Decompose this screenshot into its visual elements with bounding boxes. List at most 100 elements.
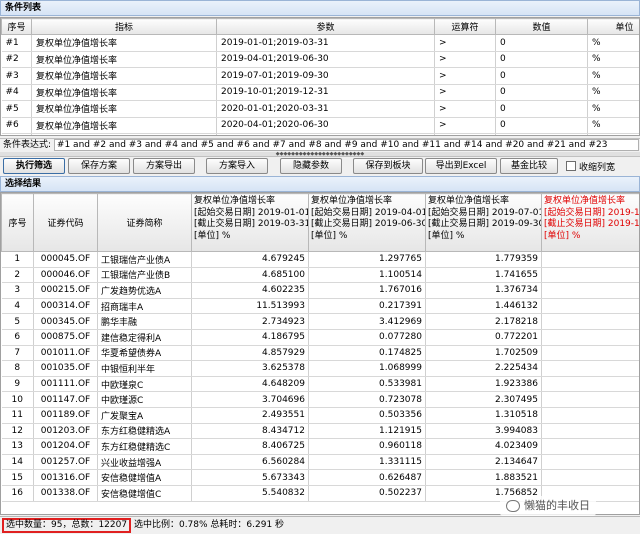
result-row[interactable]: 13 001204.OF 东方红稳健精选C 8.406725 0.960118 4.023… [1, 438, 639, 455]
condition-header-cell[interactable]: 指标 [31, 18, 217, 35]
result-row[interactable]: 8 001035.OF 中银恒利半年 3.625378 1.068999 2.225434… [1, 360, 639, 377]
import-plan-button[interactable]: 方案导入 [206, 158, 268, 174]
result-row[interactable]: 3 000215.OF 广发趋势优选A 4.602235 1.767016 1.37673… [1, 282, 639, 299]
result-cell: 鹏华丰融 [97, 313, 192, 330]
result-row[interactable]: 9001111.OF中欧瑾泉C4.6482090.5339811.9233862… [1, 376, 639, 393]
run-filter-button[interactable]: 执行筛选 [3, 158, 65, 174]
result-cell: 1.331115 [308, 454, 426, 471]
result-cell: 1.100514 [308, 267, 426, 284]
fund-compare-button[interactable]: 基金比较 [500, 158, 558, 174]
result-row[interactable]: 14 001257.OF 兴业收益增强A 6.560284 1.331115 2.1346… [1, 454, 639, 471]
condition-cell: > [434, 117, 496, 134]
save-plan-button[interactable]: 保存方案 [68, 158, 130, 174]
condition-cell: #5 [1, 100, 32, 118]
header-line: [截止交易日期] 2019-06-30 [311, 219, 426, 229]
condition-cell: % [587, 51, 639, 68]
result-cell: 001257.OF [33, 454, 98, 471]
header-line: [单位] % [194, 230, 231, 241]
result-cell: 11.513993 [191, 298, 309, 315]
result-cell: 000045.OF [33, 251, 98, 268]
header-line: [截止交易日期] 2019-09-30 [428, 219, 542, 229]
result-row[interactable]: 1 000045.OF 工银瑞信产业债A 4.679245 1.297765 1.7793… [1, 251, 639, 268]
hide-params-button[interactable]: 隐藏参数 [280, 158, 342, 174]
result-row[interactable]: 6 000875.OF 建信稳定得利A 4.186795 0.077280 0.77220… [1, 329, 639, 346]
result-cell: 16 [1, 485, 34, 502]
growth-rate-header[interactable]: 复权单位净值增长率 [起始交易日期] 2019-07-01 [截止交易日期] 201… [425, 193, 542, 252]
condition-row[interactable]: #3 复权单位净值增长率 2019-07-01;2019-09-30 >0% [1, 67, 639, 85]
result-cell: 0.533981 [308, 376, 426, 393]
export-excel-button[interactable]: 导出到Excel [425, 158, 497, 174]
result-row[interactable]: 10 001147.OF 中欧瑾源C 3.704696 0.723078 2.307495… [1, 391, 639, 408]
result-cell: 001204.OF [33, 438, 98, 455]
condition-cell: > [434, 100, 496, 118]
header-line: [起始交易日期] 2019-01-01 [194, 207, 309, 218]
result-cell: 2.823 [541, 469, 639, 486]
result-cell: 东方红稳健精选C [97, 438, 192, 455]
condition-row[interactable]: #2 复权单位净值增长率 2019-04-01;2019-06-30 >0% [1, 51, 639, 68]
result-cell: 3.704696 [191, 391, 309, 408]
expression-input[interactable]: #1 and #2 and #3 and #4 and #5 and #6 an… [53, 139, 639, 151]
condition-row[interactable]: #1 复权单位净值增长率 2019-01-01;2019-03-31 >0% [1, 34, 639, 52]
result-cell: 4.679245 [191, 251, 309, 268]
condition-cell: 0 [495, 84, 588, 101]
condition-cell: > [434, 51, 496, 68]
condition-cell: 2020-01-01;2020-03-31 [216, 100, 435, 118]
condition-row[interactable]: #6 复权单位净值增长率 2020-04-01;2020-06-30 >0% [1, 117, 639, 134]
growth-rate-header[interactable]: 复权单位净值增长率 [起始交易日期] 2019-01-01 [截止交易日期] 201… [191, 193, 309, 252]
condition-row[interactable]: #5 复权单位净值增长率 2020-01-01;2020-03-31 >0% [1, 100, 639, 118]
result-cell: 0.723078 [308, 391, 426, 408]
condition-header-cell[interactable]: 单位 [587, 18, 639, 35]
result-cell: 8.406725 [191, 438, 309, 455]
name-header[interactable]: 证券简称 [97, 193, 192, 252]
result-cell: 1.883521 [425, 469, 542, 486]
condition-header-cell[interactable]: 运算符 [434, 18, 496, 35]
header-line: 复权单位净值增长率 [311, 196, 393, 206]
condition-cell: 2019-10-01;2019-12-31 [216, 84, 435, 101]
collapse-columns-checkbox[interactable] [566, 161, 576, 171]
result-cell: 1.446132 [425, 298, 542, 315]
result-cell: 1.068999 [308, 360, 426, 377]
result-row[interactable]: 2 000046.OF 工银瑞信产业债B 4.685100 1.100514 1.7416… [1, 267, 639, 284]
result-row[interactable]: 12 001203.OF 东方红稳健精选A 8.434712 1.121915 3.994… [1, 423, 639, 440]
toolbar: 执行筛选 保存方案 方案导出 方案导入 隐藏参数 保存到板块 导出到Excel … [0, 158, 640, 175]
index-header[interactable]: 序号 [1, 193, 34, 252]
result-cell: 0.503356 [308, 407, 426, 424]
result-row[interactable]: 11 001189.OF 广发聚宝A 2.493551 0.503356 1.310518… [1, 407, 639, 424]
condition-cell: #3 [1, 67, 32, 85]
result-cell: 2.423 [541, 298, 639, 315]
result-cell: 6.560284 [191, 454, 309, 471]
result-row[interactable]: 4 000314.OF 招商瑞丰A 11.513993 0.217391 1.446132… [1, 298, 639, 315]
result-cell: 001203.OF [33, 423, 98, 440]
condition-header-cell[interactable]: 序号 [1, 18, 32, 35]
result-cell: 001011.OF [33, 345, 98, 362]
condition-cell: 2019-01-01;2019-03-31 [216, 34, 435, 52]
condition-cell: 0 [495, 67, 588, 85]
result-cell: 2.545 [541, 407, 639, 424]
collapse-columns-label: 收缩列宽 [579, 163, 616, 173]
condition-cell: #1 [1, 34, 32, 52]
condition-header-cell[interactable]: 数值 [495, 18, 588, 35]
result-row[interactable]: 15 001316.OF 安信稳健增值A 5.673343 0.626487 1.8835… [1, 469, 639, 486]
header-line: [单位] % [428, 230, 465, 241]
condition-row[interactable]: #7复权单位净值增长率2020-07-01;2020-09-30>0% [1, 133, 639, 135]
results-table: 序号 证券代码 证券简称 复权单位净值增长率 [起始交易日期] 2019-01-01 [截… [0, 192, 640, 515]
result-cell: 0.626487 [308, 469, 426, 486]
result-cell: 10 [1, 391, 34, 408]
export-plan-button[interactable]: 方案导出 [133, 158, 195, 174]
condition-row[interactable]: #4 复权单位净值增长率 2019-10-01;2019-12-31 >0% [1, 84, 639, 101]
condition-header-cell[interactable]: 参数 [216, 18, 435, 35]
condition-cell: 0 [495, 51, 588, 68]
result-cell: 000345.OF [33, 313, 98, 330]
code-header[interactable]: 证券代码 [33, 193, 98, 252]
result-row[interactable]: 5000345.OF鹏华丰融2.7349233.4129692.1782182.… [1, 313, 639, 330]
result-row[interactable]: 7 001011.OF 华夏希望债券A 4.857929 0.174825 1.70250… [1, 345, 639, 362]
result-cell: 2.178218 [425, 313, 542, 330]
result-cell: 4.648209 [191, 376, 309, 393]
result-cell: 2.493551 [191, 407, 309, 424]
panel-splitter[interactable]: ◆◆◆◆◆◆◆◆◆◆◆◆◆◆◆◆◆◆◆◆◆◆◆ [0, 152, 640, 157]
growth-rate-header[interactable]: 复权单位净值增长率 [起始交易日期] 2019-04-01 [截止交易日期] 201… [308, 193, 426, 252]
status-bar: 选中数量：95，总数：12207 选中比例：0.78% 总耗时：6.291 秒 [0, 516, 640, 534]
growth-rate-header[interactable]: 复权单位净值增长率[起始交易日期] 2019-10-0[截止交易日期] 2019… [541, 193, 639, 252]
condition-table: 序号 指标 参数 运算符 数值 单位 #1 复权单位净值增长率 2019-01-01;2019… [0, 17, 640, 136]
save-to-block-button[interactable]: 保存到板块 [353, 158, 423, 174]
